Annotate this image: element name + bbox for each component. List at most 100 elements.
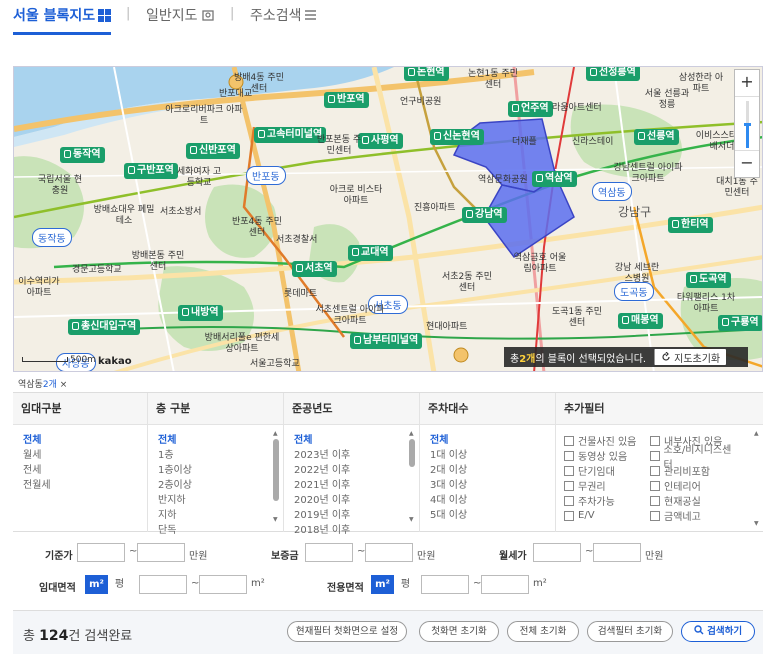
unit-label: m² — [251, 578, 265, 589]
station-seocho[interactable]: 서초역 — [292, 261, 337, 277]
option-year[interactable]: 2019년 이후 — [294, 508, 419, 523]
map-label: 진흥아파트 — [414, 203, 456, 213]
option-year[interactable]: 2023년 이후 — [294, 448, 419, 463]
station-eonju[interactable]: 언주역 — [508, 101, 553, 117]
scrollbar[interactable]: ▲ ▼ — [273, 431, 279, 527]
map-reset-button[interactable]: 지도초기화 — [654, 349, 727, 365]
checkbox-maintenance-incl[interactable]: 관리비포함 — [650, 463, 736, 478]
station-seolleung[interactable]: 선릉역 — [634, 129, 679, 145]
unit-pyeong-button[interactable]: 평 — [394, 575, 417, 594]
reset-search-filter-button[interactable]: 검색필터 초기화 — [587, 621, 673, 642]
zoom-in-button[interactable]: + — [735, 70, 759, 96]
checkbox-building-photo[interactable]: 건물사진 있음 — [564, 433, 650, 448]
map-label: 언구비공원 — [400, 97, 442, 107]
checkbox-vacant[interactable]: 현재공실 — [650, 493, 736, 508]
use-area-min-input[interactable] — [421, 575, 469, 594]
option-all[interactable]: 전체 — [430, 433, 555, 448]
deposit-max-input[interactable] — [365, 543, 413, 562]
station-maebong[interactable]: 매봉역 — [618, 313, 663, 329]
checkbox-soho[interactable]: 소호/비지니스센터 — [650, 445, 736, 471]
station-gangnam[interactable]: 강남역 — [462, 207, 507, 223]
station-nonhyeon[interactable]: 논현역 — [404, 67, 449, 81]
filter-parking: 주차대수 전체 1대 이상 2대 이상 3대 이상 4대 이상 5대 이상 — [420, 393, 556, 532]
station-dongjak[interactable]: 동작역 — [60, 147, 105, 163]
option-parking[interactable]: 2대 이상 — [430, 463, 555, 478]
option-parking[interactable]: 1대 이상 — [430, 448, 555, 463]
monthly-rent-max-input[interactable] — [593, 543, 641, 562]
station-sapyeong[interactable]: 사평역 — [358, 133, 403, 149]
option-jeonse[interactable]: 전세 — [23, 463, 147, 478]
checkbox-video[interactable]: 동영상 있음 — [564, 448, 650, 463]
search-button[interactable]: 검색하기 — [681, 621, 755, 642]
option-all[interactable]: 전체 — [294, 433, 419, 448]
station-naebang[interactable]: 내방역 — [178, 305, 223, 321]
lease-area-unit-toggle[interactable]: m² 평 — [85, 575, 131, 594]
scrollbar[interactable]: ▲ ▼ — [409, 431, 415, 527]
reset-all-button[interactable]: 전체 초기화 — [507, 621, 579, 642]
base-price-min-input[interactable] — [77, 543, 125, 562]
reset-home-button[interactable]: 첫화면 초기화 — [419, 621, 499, 642]
use-area-max-input[interactable] — [481, 575, 529, 594]
dong-label-dongjak[interactable]: 동작동 — [32, 228, 72, 247]
option-1f[interactable]: 1층 — [158, 448, 283, 463]
checkbox-negotiable[interactable]: 금액네고 — [650, 508, 736, 523]
scrollbar[interactable]: ▲ ▼ — [754, 431, 760, 527]
station-chongshin-univ[interactable]: 총신대입구역 — [68, 319, 141, 335]
zoom-out-button[interactable]: − — [735, 151, 759, 177]
station-banpo[interactable]: 반포역 — [324, 92, 369, 108]
option-parking[interactable]: 4대 이상 — [430, 493, 555, 508]
checkbox-elevator[interactable]: E/V — [564, 508, 650, 523]
unit-m2-button[interactable]: m² — [85, 575, 108, 594]
tab-general-map[interactable]: 일반지도 — [146, 5, 215, 25]
station-seonjeongneung[interactable]: 선정릉역 — [586, 67, 640, 81]
dong-label-banpo[interactable]: 반포동 — [246, 166, 286, 185]
filter-header: 임대구분 — [13, 393, 147, 425]
chip-close-icon[interactable]: × — [60, 380, 68, 390]
unit-pyeong-button[interactable]: 평 — [108, 575, 131, 594]
option-year[interactable]: 2020년 이후 — [294, 493, 419, 508]
station-gubanpo[interactable]: 구반포역 — [124, 163, 178, 179]
block-map[interactable]: 논현역 선정릉역 반포역 고속터미널역 언주역 사평역 신논현역 선릉역 동작역… — [13, 66, 763, 372]
lease-area-min-input[interactable] — [139, 575, 187, 594]
checkbox-parking[interactable]: 주차가능 — [564, 493, 650, 508]
option-monthly[interactable]: 월세 — [23, 448, 147, 463]
lease-area-max-input[interactable] — [199, 575, 247, 594]
station-guryong[interactable]: 구룡역 — [718, 315, 762, 331]
tab-seoul-block-map[interactable]: 서울 블록지도 — [13, 5, 112, 35]
map-label: 역삼금호 어울림아파트 — [513, 253, 567, 274]
station-sinbanpo[interactable]: 신반포역 — [186, 143, 240, 159]
station-sinnonhyeon[interactable]: 신논현역 — [430, 129, 484, 145]
checkbox-short-term[interactable]: 단기임대 — [564, 463, 650, 478]
filter-header: 준공년도 — [284, 393, 419, 425]
station-dogok[interactable]: 도곡역 — [686, 272, 731, 288]
station-yeoksam[interactable]: 역삼역 — [532, 171, 577, 187]
option-2f-up[interactable]: 2층이상 — [158, 478, 283, 493]
monthly-rent-min-input[interactable] — [533, 543, 581, 562]
tab-separator: | — [230, 6, 235, 21]
option-all[interactable]: 전체 — [23, 433, 147, 448]
base-price-max-input[interactable] — [137, 543, 185, 562]
option-parking[interactable]: 5대 이상 — [430, 508, 555, 523]
option-year[interactable]: 2022년 이후 — [294, 463, 419, 478]
result-count: 총 124건 검색완료 — [23, 628, 133, 644]
unit-m2-button[interactable]: m² — [371, 575, 394, 594]
option-jeon-wolse[interactable]: 전월세 — [23, 478, 147, 493]
option-basement[interactable]: 지하 — [158, 508, 283, 523]
option-semi-basement[interactable]: 반지하 — [158, 493, 283, 508]
option-all[interactable]: 전체 — [158, 433, 283, 448]
station-gyodae[interactable]: 교대역 — [348, 245, 393, 261]
filter-header: 층 구분 — [148, 393, 283, 425]
deposit-min-input[interactable] — [305, 543, 353, 562]
station-nambu-terminal[interactable]: 남부터미널역 — [350, 333, 423, 349]
checkbox-interior[interactable]: 인테리어 — [650, 478, 736, 493]
option-year[interactable]: 2021년 이후 — [294, 478, 419, 493]
option-1f-up[interactable]: 1층이상 — [158, 463, 283, 478]
checkbox-no-premium[interactable]: 무권리 — [564, 478, 650, 493]
zoom-slider[interactable] — [735, 96, 759, 151]
save-current-filter-button[interactable]: 현재필터 첫화면으로 설정 — [287, 621, 407, 642]
selected-area-chip[interactable]: 역삼동2개 × — [18, 377, 67, 390]
option-parking[interactable]: 3대 이상 — [430, 478, 555, 493]
use-area-unit-toggle[interactable]: m² 평 — [371, 575, 417, 594]
station-hanti[interactable]: 한티역 — [668, 217, 713, 233]
tab-address-search[interactable]: 주소검색 — [250, 5, 316, 25]
